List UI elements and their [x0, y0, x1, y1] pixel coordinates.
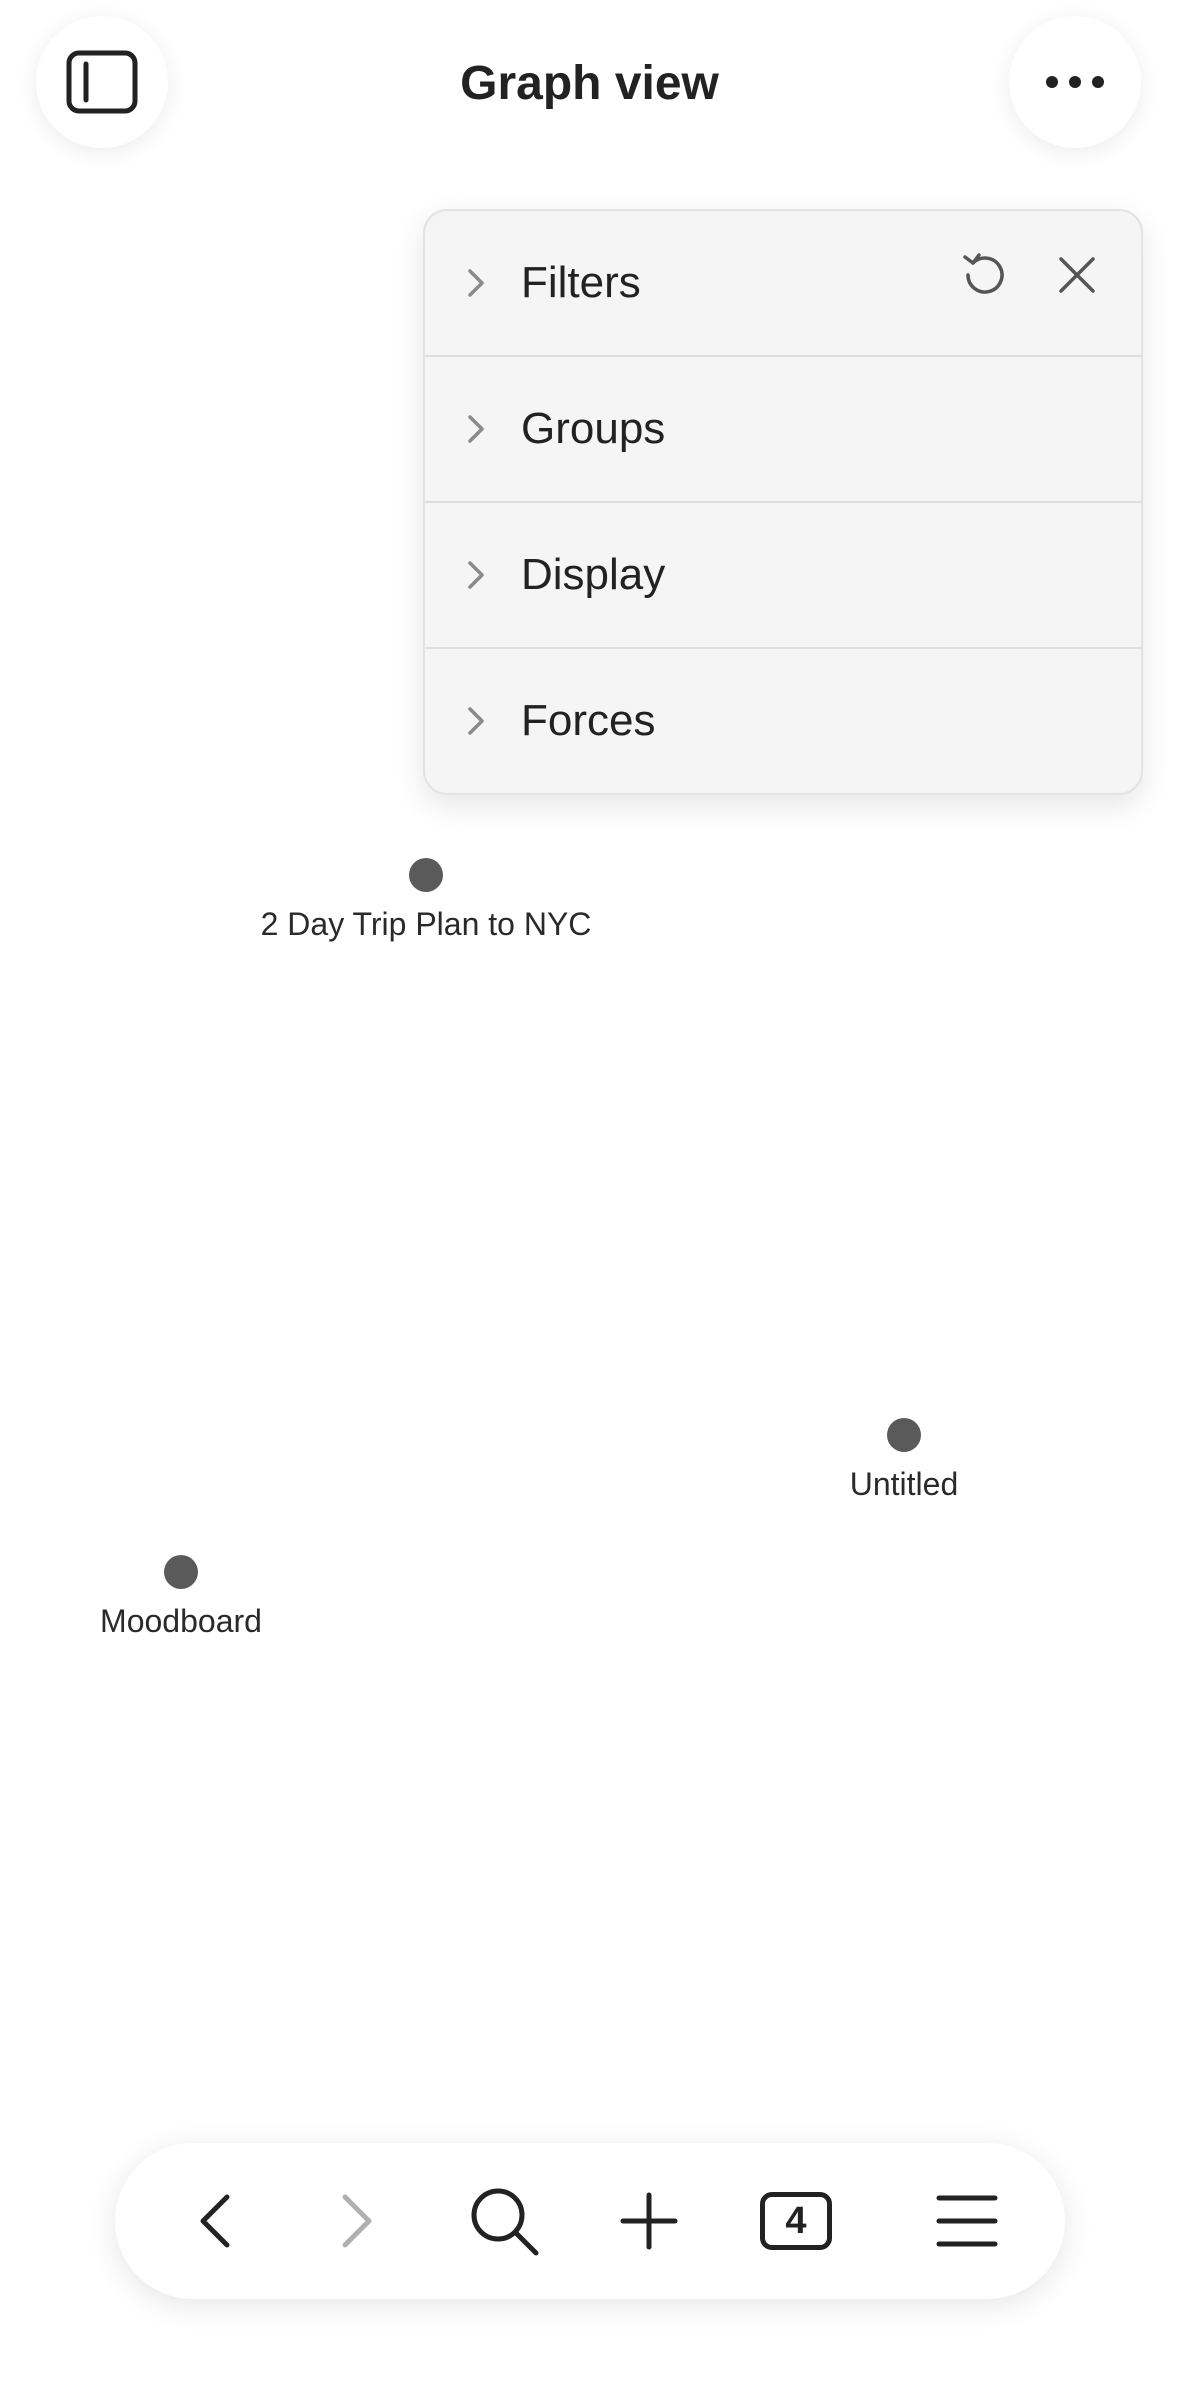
panel-actions: [957, 247, 1105, 303]
chevron-right-icon: [461, 560, 491, 590]
section-label: Filters: [521, 258, 641, 307]
section-label: Display: [521, 550, 666, 599]
close-icon: [1059, 257, 1095, 293]
forward-button[interactable]: [307, 2171, 407, 2271]
chevron-right-icon: [461, 268, 491, 298]
graph-node-moodboard[interactable]: [164, 1555, 198, 1589]
graph-node-untitled[interactable]: [887, 1418, 921, 1452]
back-chevron-icon: [200, 2194, 230, 2248]
graph-node-label[interactable]: Untitled: [850, 1464, 959, 1504]
graph-view-screen: Graph view Filters Groups Display Forces…: [0, 0, 1179, 2396]
search-icon: [471, 2188, 539, 2256]
section-forces[interactable]: Forces: [425, 649, 1141, 793]
plus-icon: [620, 2192, 678, 2250]
new-note-button[interactable]: [599, 2171, 699, 2271]
section-groups[interactable]: Groups: [425, 357, 1141, 503]
more-options-button[interactable]: [1009, 16, 1141, 148]
more-dots-icon: [1046, 76, 1104, 88]
section-label: Groups: [521, 404, 666, 453]
section-display[interactable]: Display: [425, 503, 1141, 649]
back-button[interactable]: [165, 2171, 265, 2271]
graph-node-label[interactable]: 2 Day Trip Plan to NYC: [261, 904, 592, 944]
section-label: Forces: [521, 696, 656, 745]
menu-icon: [936, 2195, 998, 2247]
graph-node-label[interactable]: Moodboard: [100, 1601, 262, 1641]
graph-node-trip-plan[interactable]: [409, 858, 443, 892]
chevron-right-icon: [461, 414, 491, 444]
tabs-button[interactable]: 4: [746, 2171, 846, 2271]
tab-count-badge: 4: [760, 2192, 832, 2250]
bottom-toolbar: 4: [115, 2143, 1065, 2299]
reset-icon: [963, 253, 1004, 294]
menu-button[interactable]: [917, 2171, 1017, 2271]
graph-settings-panel: Filters Groups Display Forces: [423, 209, 1143, 795]
reset-button[interactable]: [957, 247, 1013, 303]
chevron-right-icon: [461, 706, 491, 736]
close-panel-button[interactable]: [1049, 247, 1105, 303]
page-title: Graph view: [460, 57, 719, 110]
forward-chevron-icon: [342, 2194, 372, 2248]
search-button[interactable]: [454, 2171, 554, 2271]
